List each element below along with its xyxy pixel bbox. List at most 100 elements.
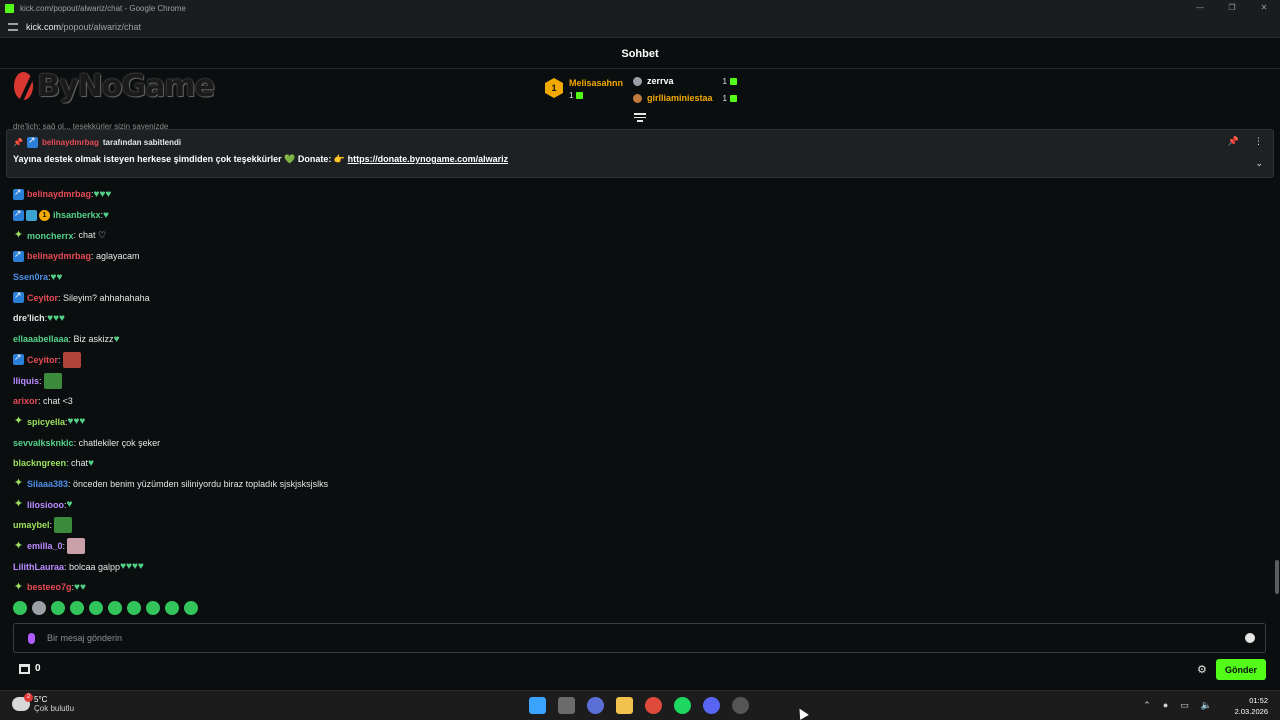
chat-message: ellaaabellaaa: Biz askizz ♥ [13,329,1263,350]
leaderboard-first[interactable]: 1 Melisasahnn 1 [545,78,623,100]
chevron-up-icon[interactable]: ⌃ [1143,700,1151,711]
username[interactable]: dre'lich [13,313,45,323]
kicks-store-icon[interactable] [19,664,30,674]
leaderboard-row[interactable]: zerrva 1 [633,76,737,86]
app-icon[interactable] [732,697,749,714]
username[interactable]: belinaydmrbag [27,189,91,199]
spotify-icon[interactable] [674,697,691,714]
emote-icon[interactable] [32,601,46,615]
username[interactable]: Ceyitor [27,355,58,365]
emote-icon[interactable] [89,601,103,615]
close-icon[interactable]: ✕ [1248,0,1280,16]
copilot-icon[interactable] [587,697,604,714]
leaderboard-row[interactable]: girlliaminiestaa 1 [633,93,737,103]
windows-start-icon[interactable] [529,697,546,714]
restore-icon[interactable]: ❐ [1216,0,1248,16]
emoji-picker-icon[interactable] [1245,633,1255,643]
moderator-badge-icon [13,352,24,366]
unpin-icon[interactable]: 📌 [1228,136,1239,147]
username[interactable]: Ssen0ra [13,272,48,282]
og-badge-icon: ✦ [13,498,24,511]
green-heart-emoji: ♥ [137,561,144,573]
emote-image[interactable] [54,517,73,534]
emote-image[interactable] [43,372,62,389]
username[interactable]: moncherrx [27,231,74,241]
gear-icon[interactable]: ⚙ [1197,663,1207,676]
username[interactable]: blackngreen [13,458,66,468]
emote-icon[interactable] [165,601,179,615]
chat-message: ✦ emilla_0: [13,536,1263,557]
message-text: : aglayacam [91,251,140,262]
username[interactable]: lilosiooo [27,500,64,510]
chat-input-box[interactable] [13,623,1266,653]
address-bar[interactable]: kick.com/popout/alwariz/chat [0,16,1280,38]
pinned-by-user[interactable]: belinaydmrbag [42,138,99,147]
username[interactable]: besteeo7g [27,582,72,592]
badges: 1 [13,208,50,221]
chat-input[interactable] [47,633,1245,643]
username[interactable]: spicyella [27,417,65,427]
mic-tray-icon[interactable]: ● [1163,700,1168,711]
emote-image[interactable] [62,351,81,368]
url-host: kick.com [26,21,62,32]
username[interactable]: arixor [13,396,38,406]
subscriber-badge-icon: 1 [39,209,50,221]
emote-icon[interactable] [13,601,27,615]
task-view-icon[interactable] [558,697,575,714]
badges: ✦ [13,230,24,241]
emote-icon[interactable] [51,601,65,615]
chrome-icon[interactable] [645,697,662,714]
message-text: : chat [66,458,89,469]
more-options-icon[interactable]: ⋮ [1254,136,1263,147]
message-text: : chat <3 [38,396,73,407]
file-explorer-icon[interactable] [616,697,633,714]
emote-icon[interactable] [70,601,84,615]
weather-widget[interactable]: 5°C Çok bulutlu [12,693,74,713]
username[interactable]: umaybel [13,520,50,530]
send-button[interactable]: Gönder [1216,659,1266,680]
username[interactable]: Ceyitor [27,293,58,303]
username[interactable]: sevvalksknklc [13,438,74,448]
badges: ✦ [13,416,24,427]
emote-icon[interactable] [127,601,141,615]
chat-message: belinaydmrbag: aglayacam [13,246,1263,267]
username[interactable]: LilithLauraa [13,562,64,572]
pinned-by-line: 📌 belinaydmrbag tarafından sabitlendi [13,135,181,148]
minimize-icon[interactable]: — [1184,0,1216,16]
emote-icon[interactable] [184,601,198,615]
chat-message: blackngreen: chat ♥ [13,453,1263,474]
emote-image[interactable] [67,538,86,555]
scrollbar-thumb[interactable] [1275,560,1279,594]
og-badge-icon: ✦ [13,415,24,428]
mic-icon[interactable] [28,632,35,644]
badges: ✦ [13,540,24,552]
username[interactable]: ihsanberkx [53,210,101,220]
emote-quick-bar [13,601,198,615]
rank-badge-icon [633,93,642,103]
chat-message: dre'lich: ♥ ♥ ♥ [13,308,1263,329]
cloud-icon [12,693,33,711]
chevron-down-icon[interactable]: ⌄ [1255,158,1263,169]
message-text: : önceden benim yüzümden siliniyordu bir… [68,478,329,489]
network-icon[interactable]: ▭ [1180,700,1189,711]
discord-icon[interactable] [703,697,720,714]
username[interactable]: belinaydmrbag [27,251,91,261]
browser-title-bar: kick.com/popout/alwariz/chat - Google Ch… [0,0,1280,16]
badges: ✦ [13,581,24,593]
green-heart-emoji: ♥ [103,209,109,221]
emote-icon[interactable] [108,601,122,615]
message-text: : [58,354,61,365]
collapse-leaderboard-icon[interactable] [634,113,646,123]
donate-link[interactable]: https://donate.bynogame.com/alwariz [348,154,509,164]
gift-icon [576,92,584,99]
username[interactable]: Silaaa383 [27,479,68,489]
clock[interactable]: 01:52 2.03.2026 [1235,695,1268,717]
site-info-icon[interactable] [8,22,18,31]
volume-icon[interactable]: 🔈 [1201,700,1212,711]
username[interactable]: ellaaabellaaa [13,334,69,344]
username[interactable]: emilla_0 [27,541,63,551]
username[interactable]: lliquis [13,376,39,386]
chat-header: Sohbet [0,39,1280,69]
message-text: : [62,541,66,552]
emote-icon[interactable] [146,601,160,615]
